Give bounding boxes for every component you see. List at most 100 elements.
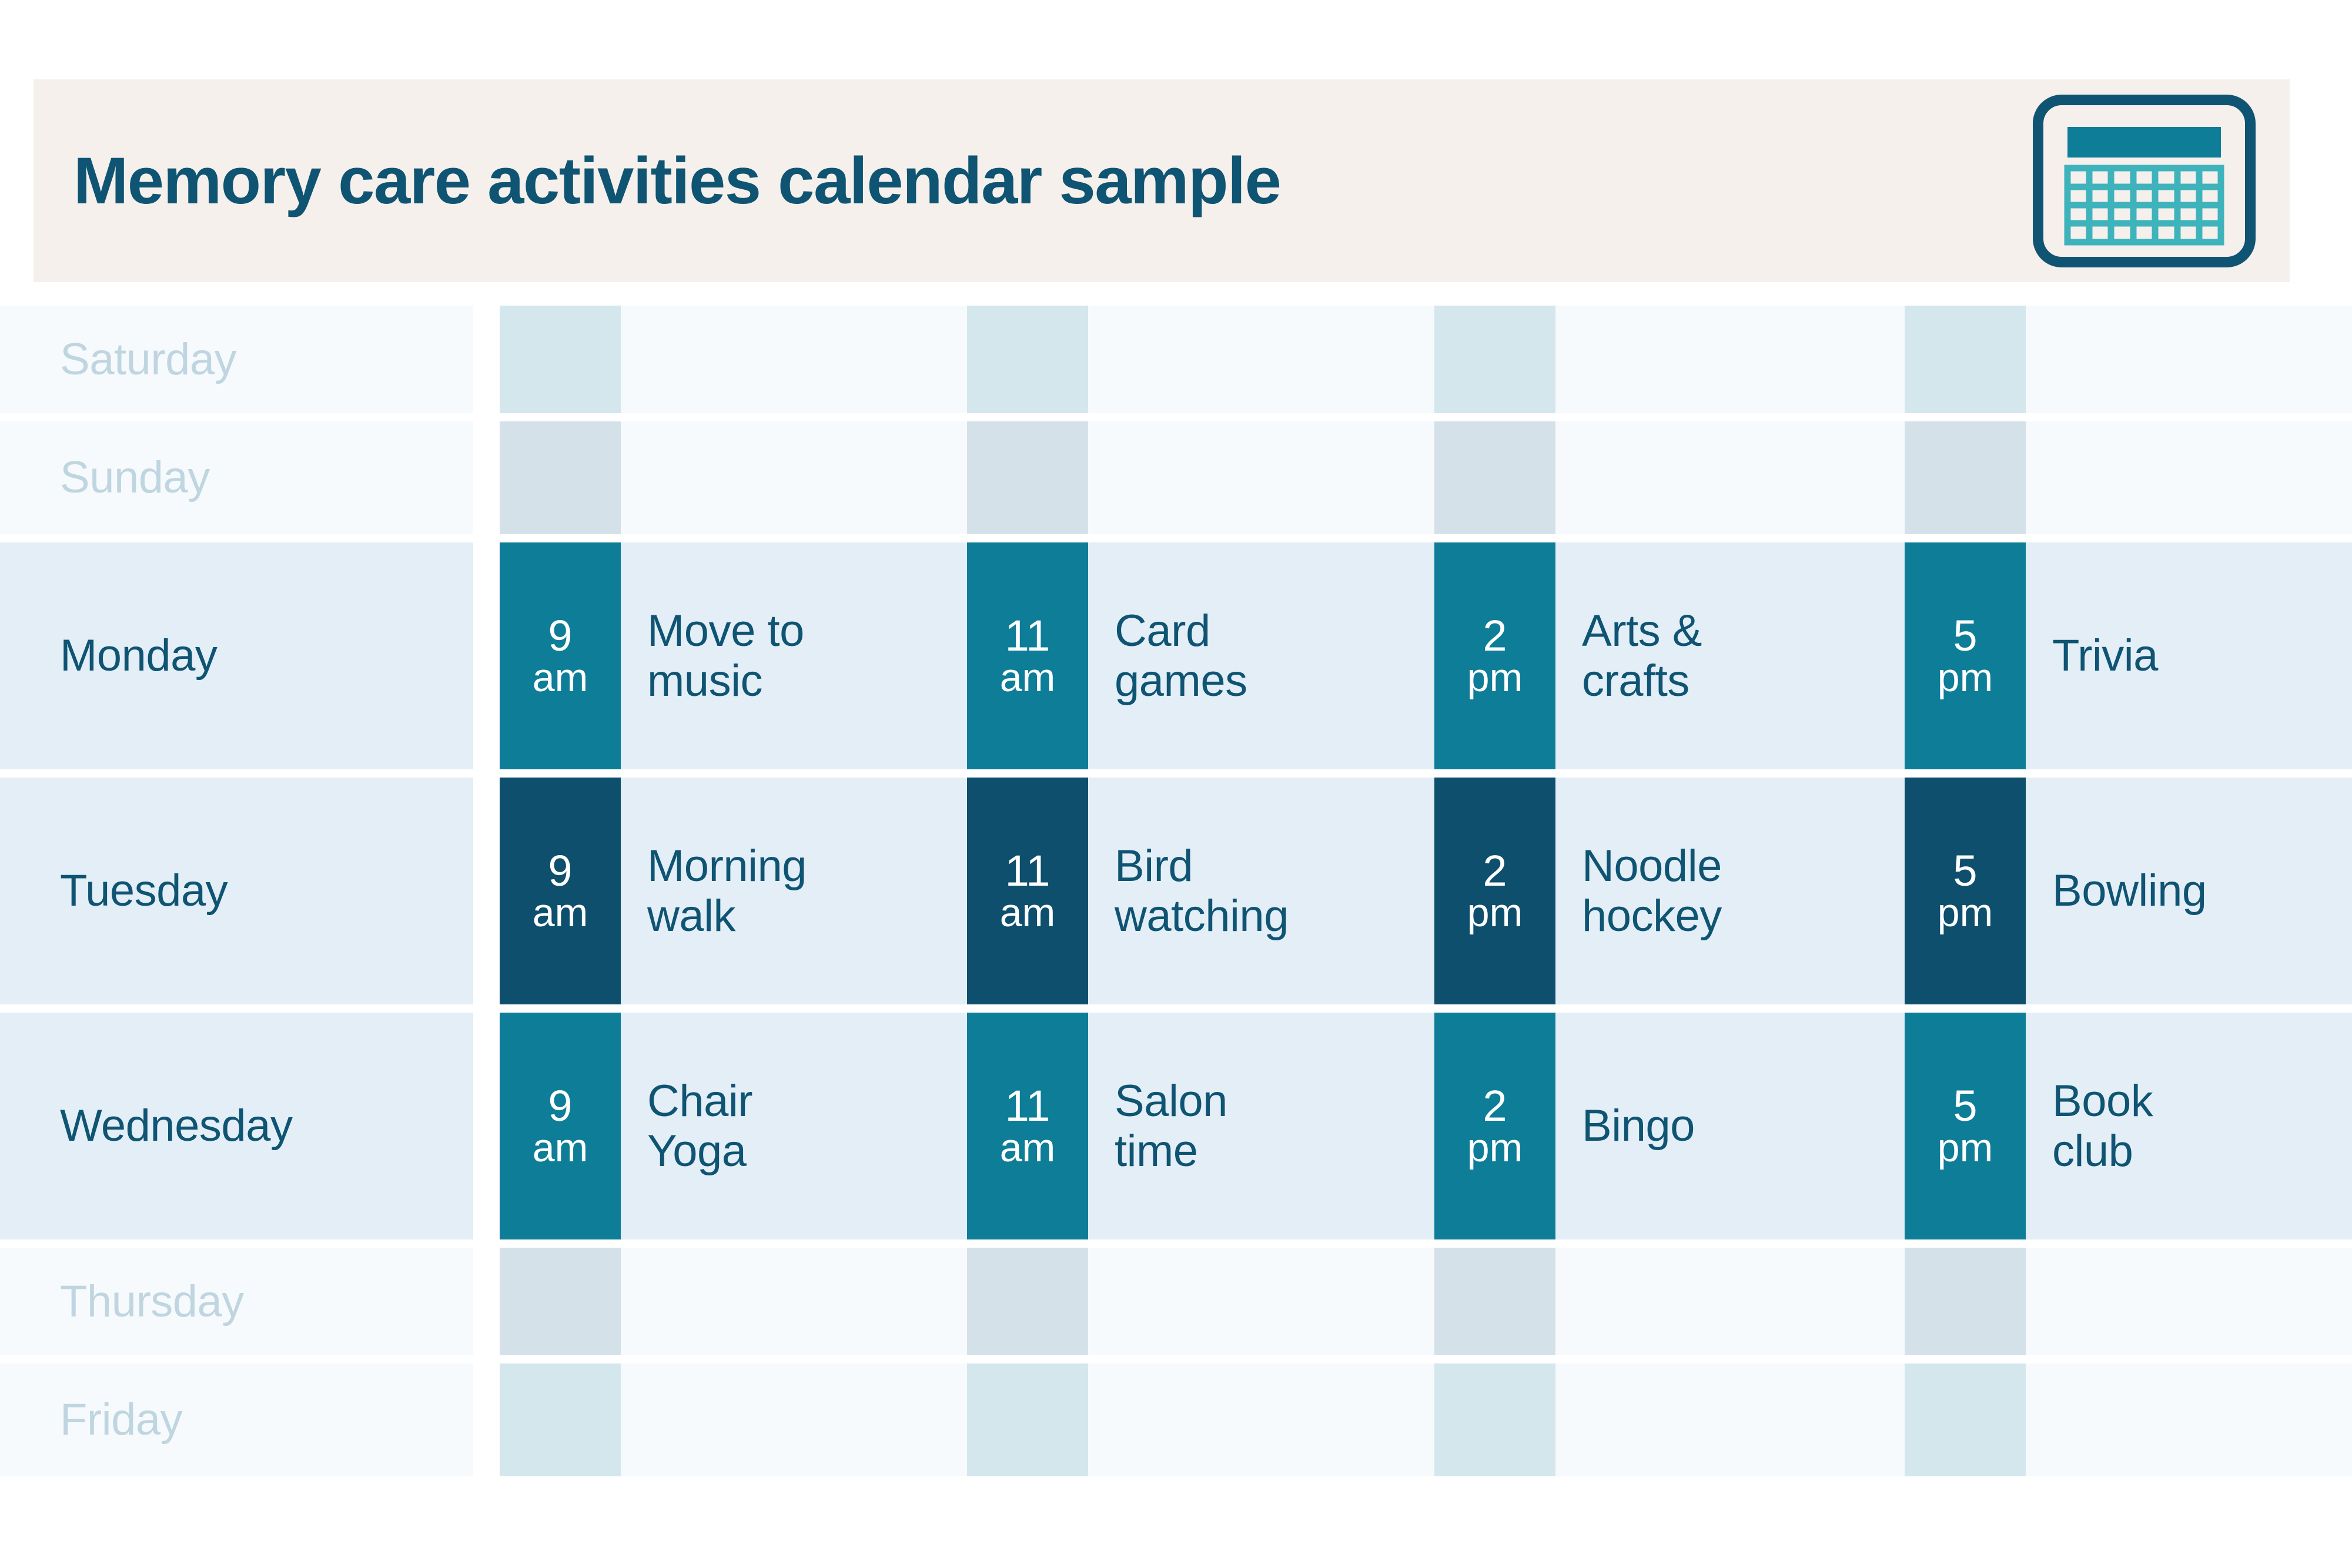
calendar-row-monday: Monday 9 am Move to music 11 am Card games 2 pm Art… <box>0 542 2352 769</box>
activity-label <box>1088 421 1434 534</box>
time-badge <box>1905 421 2026 534</box>
activity-slot[interactable]: 9 am Morning walk <box>500 778 967 1004</box>
time-badge <box>967 1363 1088 1476</box>
activity-slot <box>1434 421 1905 534</box>
time-badge <box>500 421 621 534</box>
day-label-friday: Friday <box>0 1363 473 1476</box>
activity-label <box>1088 306 1434 413</box>
time-badge[interactable]: 2 pm <box>1434 778 1555 1004</box>
activity-slot <box>967 421 1434 534</box>
day-label-saturday: Saturday <box>0 306 473 413</box>
time-badge[interactable]: 11 am <box>967 542 1088 769</box>
time-badge[interactable]: 11 am <box>967 778 1088 1004</box>
calendar-row-sunday: Sunday <box>0 421 2352 534</box>
time-meridiem: pm <box>1467 890 1523 936</box>
activity-slot[interactable]: 11 am Bird watching <box>967 778 1434 1004</box>
activity-label <box>621 306 967 413</box>
time-badge[interactable]: 9 am <box>500 778 621 1004</box>
activity-label <box>1088 1363 1434 1476</box>
activity-slot[interactable]: 11 am Card games <box>967 542 1434 769</box>
activity-line-2: hockey <box>1582 891 1722 941</box>
activity-slot[interactable]: 2 pm Arts & crafts <box>1434 542 1905 769</box>
activity-line-1: Bingo <box>1582 1101 1695 1151</box>
activity-slot <box>1905 1363 2352 1476</box>
time-meridiem: pm <box>1937 655 1993 701</box>
activity-line-2: games <box>1115 656 1247 706</box>
activity-line-2: Yoga <box>647 1126 747 1176</box>
time-badge <box>1434 1248 1555 1355</box>
time-badge[interactable]: 5 pm <box>1905 778 2026 1004</box>
time-badge[interactable]: 9 am <box>500 542 621 769</box>
activity-line-2: music <box>647 656 762 706</box>
activity-slot <box>1905 421 2352 534</box>
activity-slot[interactable]: 2 pm Bingo <box>1434 1013 1905 1239</box>
activity-line-1: Move to <box>647 605 804 656</box>
time-badge <box>967 1248 1088 1355</box>
activity-label <box>2026 1363 2352 1476</box>
time-badge <box>1905 306 2026 413</box>
activity-line-2: crafts <box>1582 656 1689 706</box>
time-meridiem: pm <box>1467 655 1523 701</box>
time-meridiem: pm <box>1467 1125 1523 1171</box>
activity-slot <box>500 421 967 534</box>
activity-label <box>1555 421 1905 534</box>
activity-line-1: Card <box>1115 605 1210 656</box>
activity-label: Bingo <box>1555 1013 1905 1239</box>
activity-label: Card games <box>1088 542 1434 769</box>
time-badge[interactable]: 9 am <box>500 1013 621 1239</box>
activity-label <box>2026 421 2352 534</box>
time-badge <box>500 1248 621 1355</box>
time-number: 5 <box>1953 1081 1978 1130</box>
activity-slot[interactable]: 9 am Chair Yoga <box>500 1013 967 1239</box>
activity-slot[interactable]: 5 pm Book club <box>1905 1013 2352 1239</box>
activity-slot <box>1434 1363 1905 1476</box>
time-badge <box>1434 421 1555 534</box>
row-spacer <box>473 421 500 534</box>
activity-slot[interactable]: 11 am Salon time <box>967 1013 1434 1239</box>
time-number: 5 <box>1953 846 1978 895</box>
row-spacer <box>473 1013 500 1239</box>
time-number: 11 <box>1005 611 1050 660</box>
calendar-row-friday: Friday <box>0 1363 2352 1476</box>
activity-line-1: Noodle <box>1582 840 1722 891</box>
activity-slot <box>500 1363 967 1476</box>
time-meridiem: am <box>999 1125 1056 1171</box>
activity-label <box>2026 1248 2352 1355</box>
activity-label <box>2026 306 2352 413</box>
activity-label <box>1555 1363 1905 1476</box>
activity-label: Chair Yoga <box>621 1013 967 1239</box>
time-badge <box>500 306 621 413</box>
row-spacer <box>473 778 500 1004</box>
day-label-wednesday: Wednesday <box>0 1013 473 1239</box>
activity-slot[interactable]: 5 pm Bowling <box>1905 778 2352 1004</box>
activity-line-1: Bird <box>1115 840 1193 891</box>
activity-label: Arts & crafts <box>1555 542 1905 769</box>
activity-line-1: Book <box>2052 1076 2153 1126</box>
activity-line-1: Morning <box>647 840 807 891</box>
row-spacer <box>473 542 500 769</box>
activities-calendar-grid: Saturday Sunday Monday 9 am Move to music 11 am C… <box>0 306 2352 1485</box>
activity-label: Book club <box>2026 1013 2352 1239</box>
activity-slot <box>1434 1248 1905 1355</box>
activity-slot[interactable]: 9 am Move to music <box>500 542 967 769</box>
activity-slot[interactable]: 2 pm Noodle hockey <box>1434 778 1905 1004</box>
time-number: 2 <box>1483 846 1507 895</box>
time-badge[interactable]: 5 pm <box>1905 542 2026 769</box>
calendar-row-thursday: Thursday <box>0 1248 2352 1355</box>
day-label-tuesday: Tuesday <box>0 778 473 1004</box>
time-badge[interactable]: 2 pm <box>1434 542 1555 769</box>
time-number: 5 <box>1953 611 1978 660</box>
activity-label: Salon time <box>1088 1013 1434 1239</box>
time-badge <box>967 421 1088 534</box>
activity-slot <box>1434 306 1905 413</box>
time-badge[interactable]: 5 pm <box>1905 1013 2026 1239</box>
activity-slot[interactable]: 5 pm Trivia <box>1905 542 2352 769</box>
time-badge[interactable]: 11 am <box>967 1013 1088 1239</box>
time-badge <box>1905 1363 2026 1476</box>
day-label-sunday: Sunday <box>0 421 473 534</box>
time-meridiem: pm <box>1937 1125 1993 1171</box>
time-badge[interactable]: 2 pm <box>1434 1013 1555 1239</box>
activity-label: Bowling <box>2026 778 2352 1004</box>
activity-label: Move to music <box>621 542 967 769</box>
activity-line-2: time <box>1115 1126 1198 1176</box>
